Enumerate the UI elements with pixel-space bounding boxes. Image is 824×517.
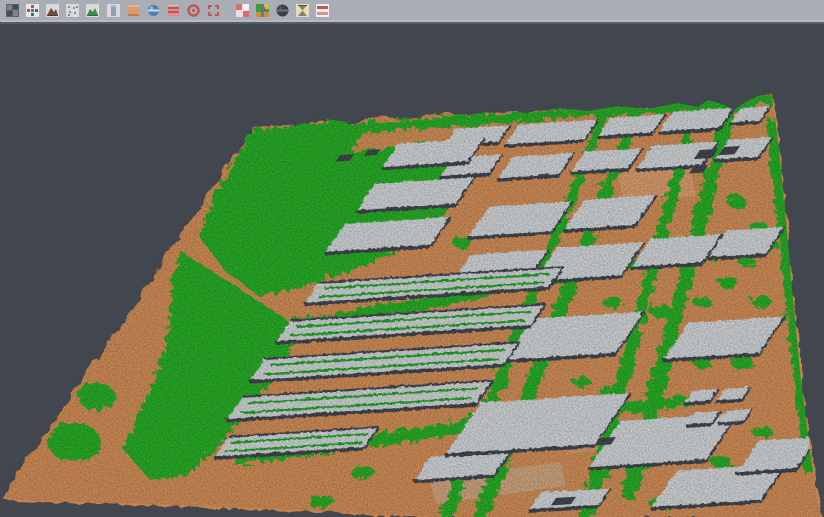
ortho-image-icon [126,3,141,18]
vegetation-blob [413,102,437,112]
toolbar-button-globe-dark[interactable] [274,2,291,19]
toolbar-button-measure-hourglass[interactable] [294,2,311,19]
toolbar-button-checker-red[interactable] [234,2,251,19]
viewport-3d[interactable] [0,24,824,517]
pan-arrows-icon [25,3,40,18]
toolbar-group-gap [224,2,232,19]
toolbar-button-terrain-green[interactable] [84,2,101,19]
toolbar-button-classification-map[interactable] [254,2,271,19]
flag-stripes-icon [315,3,330,18]
terrain-brown-icon [45,3,60,18]
toolbar-button-image-thumbnail[interactable] [4,2,21,19]
column-profile-icon [106,3,121,18]
vegetation-blob [321,108,349,120]
terrain-green-icon [85,3,100,18]
extent-brackets-icon [206,3,221,18]
globe-dark-icon [275,3,290,18]
toolbar-button-terrain-brown[interactable] [44,2,61,19]
image-thumbnail-icon [5,3,20,18]
checker-red-icon [235,3,250,18]
toolbar-button-layers-red[interactable] [165,2,182,19]
circle-target-icon [186,3,201,18]
toolbar-button-flag-stripes[interactable] [314,2,331,19]
measure-hourglass-icon [295,3,310,18]
toolbar-button-column-profile[interactable] [105,2,122,19]
noise-light-overlay [0,24,824,517]
toolbar-button-globe-blue[interactable] [145,2,162,19]
vegetation-blob [633,94,657,104]
point-cloud-icon [65,3,80,18]
toolbar-button-point-cloud[interactable] [64,2,81,19]
layers-red-icon [166,3,181,18]
globe-blue-icon [146,3,161,18]
toolbar-button-circle-target[interactable] [185,2,202,19]
toolbar-separator [0,22,824,24]
classification-map-icon [255,3,270,18]
toolbar-button-extent-brackets[interactable] [205,2,222,19]
toolbar [0,0,824,20]
toolbar-button-pan-arrows[interactable] [24,2,41,19]
point-cloud-scene [0,24,824,517]
toolbar-button-ortho-image[interactable] [125,2,142,19]
